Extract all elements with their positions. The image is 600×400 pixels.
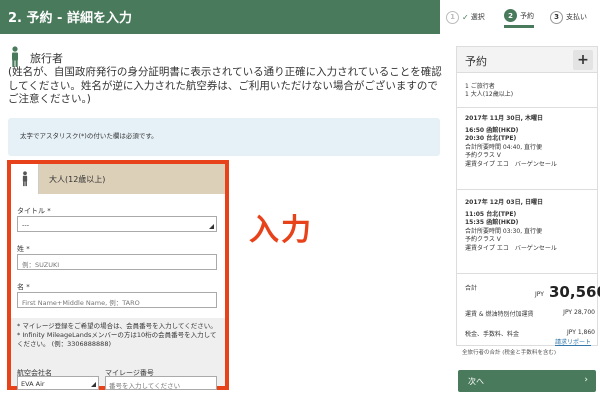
- mileage-note-2: * Infinity MileageLandsメンバーの方は10桁の会員番号を入…: [17, 331, 217, 348]
- passenger-card: 大人(12歳以上) タイトル * --- 姓 * 例：SUZUKI 名 * Fi…: [11, 164, 225, 390]
- step-booking[interactable]: 2 予約: [504, 6, 534, 28]
- segment-arrival: 15:35 函館(HKD): [465, 219, 519, 226]
- passenger-card-header: 大人(12歳以上): [11, 164, 225, 194]
- step-label: 支払い: [566, 13, 587, 21]
- title-label: タイトル *: [17, 207, 51, 215]
- step-select[interactable]: 1 ✓ 選択: [446, 6, 485, 28]
- chevron-right-icon: ›: [584, 375, 588, 385]
- page-title: 2. 予約 - 詳細を入力: [8, 11, 132, 26]
- segment-class: 予約クラス V: [465, 152, 501, 159]
- segment-departure: 16:50 函館(HKD): [465, 126, 519, 134]
- dropdown-icon: [91, 382, 96, 387]
- title-value: ---: [22, 221, 30, 229]
- last-name-input[interactable]: 例：SUZUKI: [17, 254, 217, 270]
- segment-outbound: 2017年 11月 30日, 木曜日 16:50 函館(HKD) 20:30 台…: [465, 115, 597, 169]
- details-link[interactable]: 請求リポート: [555, 337, 591, 346]
- tax-label: 税金、手数料、料金: [465, 331, 520, 338]
- segment-duration: 合計所要時間 03:30, 直行便: [465, 227, 543, 235]
- divider: [457, 189, 597, 190]
- mileage-note-1: * マイレージ登録をご希望の場合は、会員番号を入力してください。: [17, 322, 217, 330]
- segment-date: 2017年 11月 30日, 木曜日: [465, 115, 543, 122]
- segment-fare-type: 運賃タイプ エコ バーゲンセール: [465, 160, 557, 168]
- input-callout: 入力: [249, 213, 313, 248]
- title-select[interactable]: ---: [17, 216, 217, 232]
- segment-duration: 合計所要時間 04:40, 直行便: [465, 143, 543, 151]
- summary-header: 予約 +: [457, 47, 597, 73]
- booking-summary: 予約 + 1 ご旅行者 1 大人(12歳以上) 2017年 11月 30日, 木…: [456, 46, 600, 346]
- next-label: 次へ: [468, 377, 484, 386]
- total-footnote: 全旅行者の合計 (税金と手数料を含む): [462, 350, 557, 356]
- segment-departure: 11:05 台北(TPE): [465, 210, 517, 218]
- passenger-type: 大人(12歳以上): [49, 175, 106, 184]
- total-amount: 30,560: [549, 283, 600, 301]
- expand-button[interactable]: +: [573, 50, 593, 70]
- traveler-note: (姓名が、自国政府発行の身分証明書に表示されている通り正確に入力されていることを…: [8, 66, 442, 105]
- step-number: 1: [446, 10, 459, 24]
- summary-title: 予約: [465, 55, 487, 68]
- total-label: 合計: [465, 285, 478, 292]
- step-label: 予約: [520, 11, 534, 20]
- airline-value: EVA Air: [21, 380, 45, 388]
- dropdown-icon: [209, 224, 214, 229]
- total-currency: JPY: [535, 291, 544, 298]
- highlight-frame: 大人(12歳以上) タイトル * --- 姓 * 例：SUZUKI 名 * Fi…: [7, 160, 229, 390]
- mileage-section: * マイレージ登録をご希望の場合は、会員番号を入力してください。 * Infin…: [11, 318, 225, 390]
- divider: [457, 107, 597, 108]
- person-icon: [22, 171, 28, 187]
- segment-date: 2017年 12月 03日, 日曜日: [465, 199, 543, 206]
- passenger-summary: 1 ご旅行者 1 大人(12歳以上): [465, 83, 513, 99]
- segment-arrival: 20:30 台北(TPE): [465, 135, 517, 142]
- required-info-banner: 太字でアスタリスク(*)の付いた欄は必須です。: [8, 118, 440, 156]
- pax-type: 1 大人(12歳以上): [465, 91, 514, 98]
- step-label: 選択: [470, 13, 485, 21]
- mileage-input[interactable]: 番号を入力してください: [105, 376, 217, 390]
- passenger-form: タイトル * --- 姓 * 例：SUZUKI 名 * First Name+M…: [11, 194, 225, 314]
- airline-select[interactable]: EVA Air: [17, 376, 99, 390]
- segment-return: 2017年 12月 03日, 日曜日 11:05 台北(TPE) 15:35 函…: [465, 199, 597, 253]
- fare-value: JPY 28,700: [563, 309, 595, 316]
- last-name-label: 姓 *: [17, 245, 30, 253]
- fare-label: 運賃 & 燃油特別付加運賃: [465, 311, 534, 318]
- icon-box: [11, 164, 39, 194]
- first-name-label: 名 *: [17, 283, 30, 291]
- fare-row: 運賃 & 燃油特別付加運賃 JPY 28,700: [465, 309, 595, 318]
- segment-class: 予約クラス V: [465, 236, 501, 243]
- step-number: 3: [550, 10, 563, 24]
- traveler-label: 旅行者: [30, 52, 63, 65]
- segment-fare-type: 運賃タイプ エコ バーゲンセール: [465, 244, 557, 252]
- next-button[interactable]: 次へ ›: [458, 370, 596, 392]
- pax-count: 1 ご旅行者: [465, 83, 495, 90]
- info-text: 太字でアスタリスク(*)の付いた欄は必須です。: [20, 132, 158, 140]
- divider: [457, 273, 597, 274]
- progress-steps: 1 ✓ 選択 2 予約 3 支払い: [440, 0, 600, 34]
- check-icon: ✓: [462, 12, 469, 22]
- first-name-input[interactable]: First Name+Middle Name, 例：TARO: [17, 292, 217, 308]
- person-icon: [12, 46, 18, 67]
- step-payment[interactable]: 3 支払い: [550, 6, 587, 28]
- step-number: 2: [504, 9, 517, 22]
